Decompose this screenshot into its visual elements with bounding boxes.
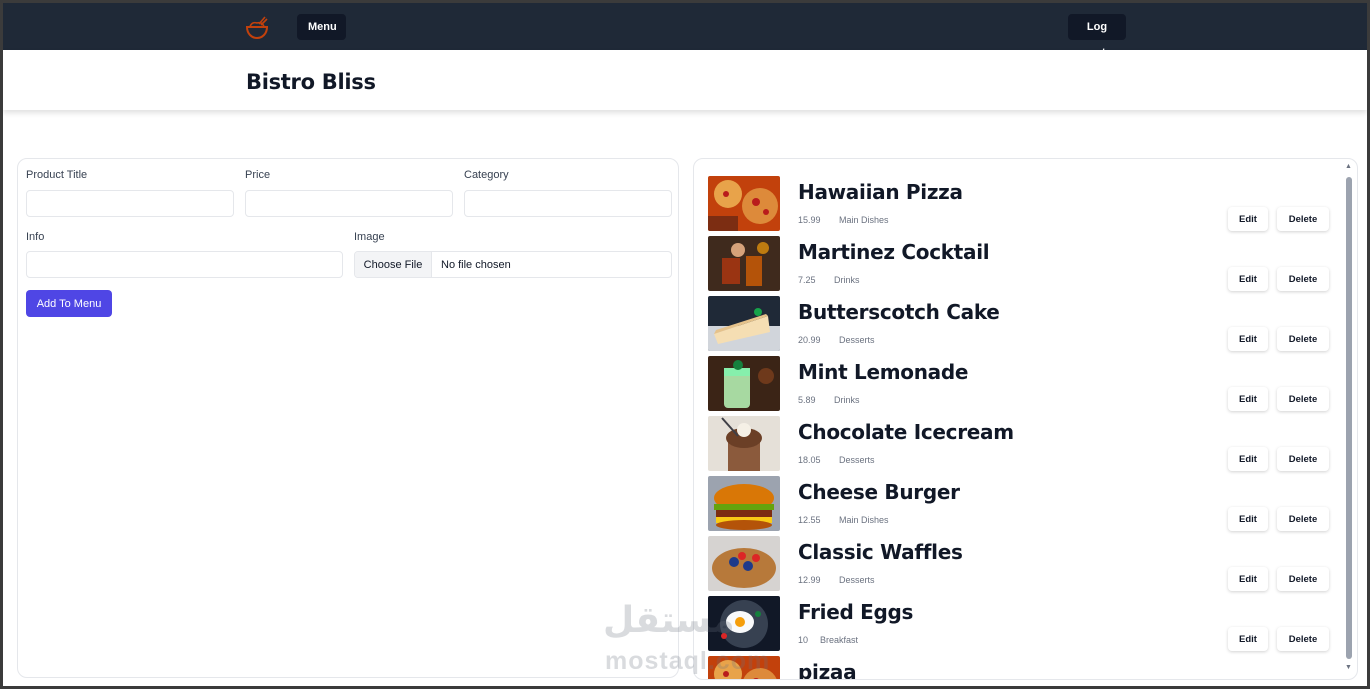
scrollbar[interactable]: ▲ ▼ — [1342, 159, 1356, 679]
menu-item-price: 12.99 — [798, 575, 821, 585]
menu-item-category: Main Dishes — [839, 515, 889, 525]
menu-item-title: Butterscotch Cake — [798, 300, 1000, 324]
delete-button[interactable]: Delete — [1277, 387, 1329, 411]
delete-button[interactable]: Delete — [1277, 327, 1329, 351]
page-title: Bistro Bliss — [246, 70, 376, 94]
delete-button[interactable]: Delete — [1277, 627, 1329, 651]
delete-button[interactable]: Delete — [1277, 507, 1329, 531]
scroll-up-icon[interactable]: ▲ — [1345, 163, 1352, 170]
logout-button[interactable]: Log out — [1068, 14, 1126, 59]
add-product-form: Product Title Price Category Info Image … — [17, 158, 679, 678]
menu-item-category: Desserts — [839, 455, 875, 465]
menu-item-image — [708, 356, 780, 411]
menu-item-row: Cheese Burger 12.55 Main Dishes Edit Delete — [708, 476, 1336, 532]
menu-item-image — [708, 296, 780, 351]
price-label: Price — [245, 169, 271, 181]
menu-item-category: Drinks — [834, 275, 860, 285]
menu-list-panel: Hawaiian Pizza 15.99 Main Dishes Edit Delete… — [693, 158, 1358, 680]
product-title-label: Product Title — [26, 169, 88, 181]
menu-item-title: pizaa — [798, 660, 857, 679]
edit-button[interactable]: Edit — [1228, 447, 1268, 471]
menu-item-row: pizaa — [708, 656, 1336, 679]
edit-button[interactable]: Edit — [1228, 207, 1268, 231]
menu-item-price: 20.99 — [798, 335, 821, 345]
info-input[interactable] — [26, 251, 343, 278]
edit-button[interactable]: Edit — [1228, 387, 1268, 411]
menu-item-row: Martinez Cocktail 7.25 Drinks Edit Delete — [708, 236, 1336, 292]
menu-item-row: Chocolate Icecream 18.05 Desserts Edit Delet… — [708, 416, 1336, 472]
delete-button[interactable]: Delete — [1277, 207, 1329, 231]
menu-item-category: Desserts — [839, 575, 875, 585]
brand-header: Bistro Bliss — [3, 50, 1367, 110]
delete-button[interactable]: Delete — [1277, 267, 1329, 291]
menu-item-category: Drinks — [834, 395, 860, 405]
menu-item-image — [708, 536, 780, 591]
menu-item-category: Breakfast — [820, 635, 859, 645]
menu-item-row: Classic Waffles 12.99 Desserts Edit Delete — [708, 536, 1336, 592]
menu-item-title: Mint Lemonade — [798, 360, 969, 384]
add-to-menu-button[interactable]: Add To Menu — [26, 290, 112, 317]
menu-item-image — [708, 656, 780, 679]
file-name-text: No file chosen — [441, 258, 511, 271]
menu-item-price: 15.99 — [798, 215, 821, 225]
menu-item-image — [708, 596, 780, 651]
price-input[interactable] — [245, 190, 453, 217]
menu-item-title: Martinez Cocktail — [798, 240, 990, 264]
menu-item-image — [708, 236, 780, 291]
bowl-icon[interactable] — [244, 15, 270, 41]
menu-item-category: Main Dishes — [839, 215, 889, 225]
image-label: Image — [354, 231, 385, 243]
menu-item-price: 5.89 — [798, 395, 816, 405]
category-input[interactable] — [464, 190, 672, 217]
category-label: Category — [464, 169, 509, 181]
info-label: Info — [26, 231, 45, 243]
top-navbar: Menu Log out — [3, 3, 1367, 59]
menu-item-title: Cheese Burger — [798, 480, 960, 504]
scroll-down-icon[interactable]: ▼ — [1345, 664, 1352, 671]
edit-button[interactable]: Edit — [1228, 567, 1268, 591]
menu-item-price: 7.25 — [798, 275, 816, 285]
product-title-input[interactable] — [26, 190, 234, 217]
menu-item-category: Desserts — [839, 335, 875, 345]
menu-item-row: Mint Lemonade 5.89 Drinks Edit Delete — [708, 356, 1336, 412]
menu-item-image — [708, 416, 780, 471]
menu-item-title: Hawaiian Pizza — [798, 180, 963, 204]
menu-item-row: Hawaiian Pizza 15.99 Main Dishes Edit Delete — [708, 176, 1336, 232]
delete-button[interactable]: Delete — [1277, 567, 1329, 591]
menu-list[interactable]: Hawaiian Pizza 15.99 Main Dishes Edit Delete… — [694, 159, 1339, 679]
menu-button[interactable]: Menu — [297, 14, 346, 40]
menu-item-row: Butterscotch Cake 20.99 Desserts Edit Delete — [708, 296, 1336, 352]
edit-button[interactable]: Edit — [1228, 267, 1268, 291]
menu-item-title: Classic Waffles — [798, 540, 963, 564]
scroll-thumb[interactable] — [1346, 177, 1352, 659]
edit-button[interactable]: Edit — [1228, 627, 1268, 651]
menu-item-image — [708, 176, 780, 231]
menu-item-title: Chocolate Icecream — [798, 420, 1014, 444]
menu-item-price: 18.05 — [798, 455, 821, 465]
menu-item-price: 10 — [798, 635, 809, 645]
app-window: Menu Log out Bistro Bliss Product Title … — [3, 3, 1367, 686]
edit-button[interactable]: Edit — [1228, 327, 1268, 351]
menu-item-title: Fried Eggs — [798, 600, 914, 624]
menu-item-row: Fried Eggs 10 Breakfast Edit Delete — [708, 596, 1336, 652]
image-file-input[interactable]: Choose File No file chosen — [354, 251, 672, 278]
edit-button[interactable]: Edit — [1228, 507, 1268, 531]
menu-item-price: 12.55 — [798, 515, 821, 525]
choose-file-button[interactable]: Choose File — [355, 252, 432, 277]
delete-button[interactable]: Delete — [1277, 447, 1329, 471]
menu-item-image — [708, 476, 780, 531]
